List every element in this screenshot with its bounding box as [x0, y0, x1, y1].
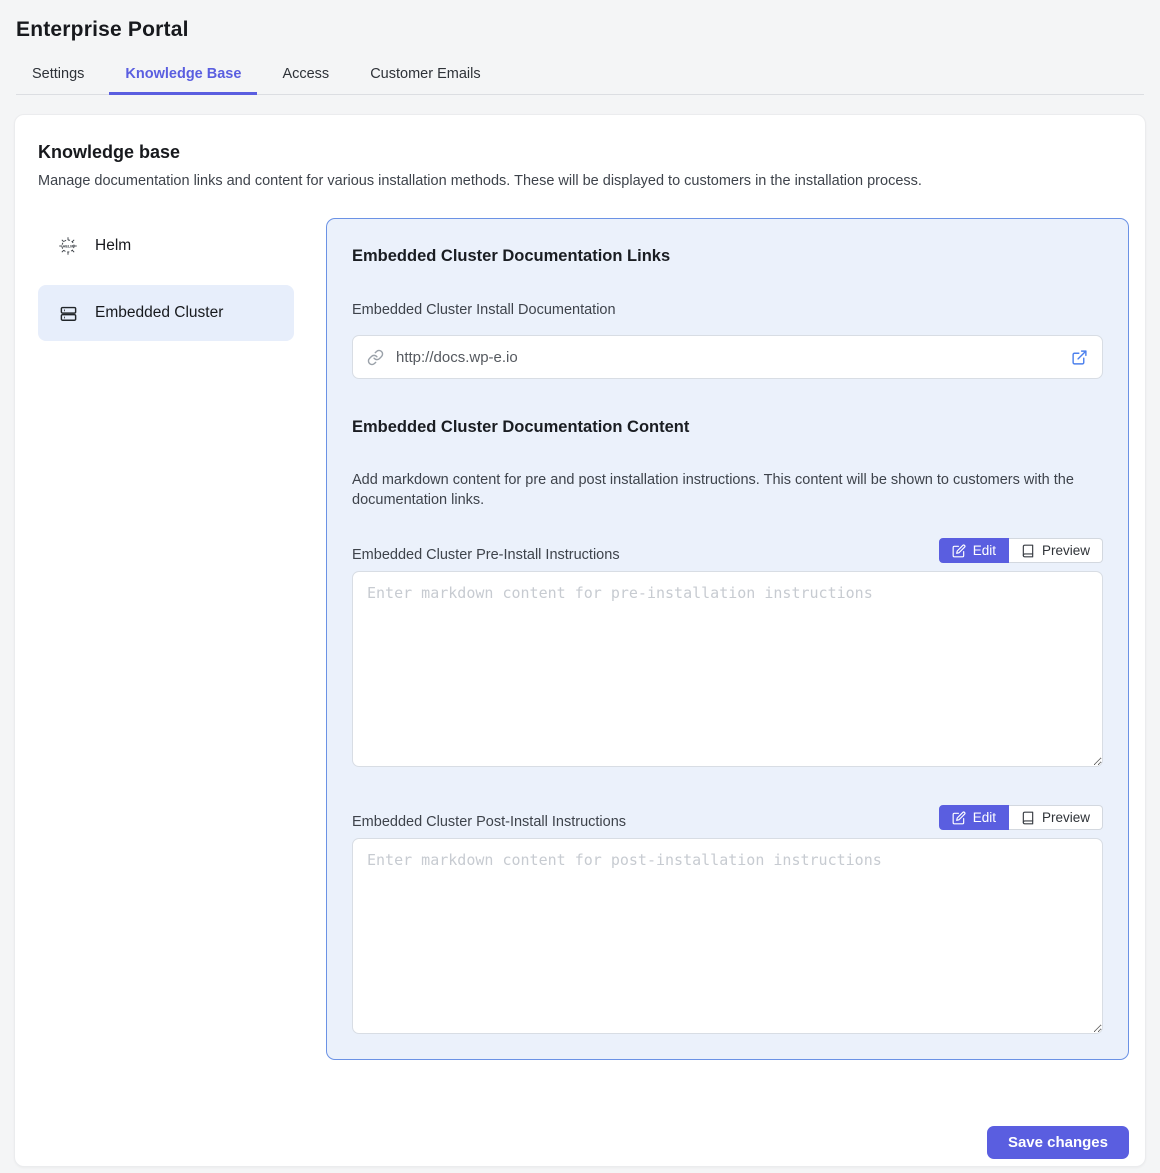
preview-button-label: Preview — [1042, 810, 1090, 825]
external-link-icon[interactable] — [1071, 349, 1088, 366]
pre-install-edit-button[interactable]: Edit — [939, 538, 1009, 563]
install-doc-label: Embedded Cluster Install Documentation — [352, 302, 1103, 318]
edit-button-label: Edit — [973, 810, 996, 825]
knowledge-base-card: Knowledge base Manage documentation link… — [14, 114, 1146, 1167]
pre-install-markdown-textarea[interactable] — [352, 571, 1103, 767]
card-description: Manage documentation links and content f… — [38, 173, 1129, 189]
sidebar-item-label: Embedded Cluster — [95, 304, 223, 322]
server-stack-icon — [58, 303, 78, 323]
pre-install-mode-toggle: Edit Preview — [939, 538, 1103, 563]
card-title: Knowledge base — [38, 142, 1129, 163]
pre-install-preview-button[interactable]: Preview — [1009, 538, 1103, 563]
book-icon — [1021, 811, 1035, 825]
tab-bar: Settings Knowledge Base Access Customer … — [16, 55, 1144, 95]
embedded-cluster-panel: Embedded Cluster Documentation Links Emb… — [326, 218, 1129, 1060]
links-section-heading: Embedded Cluster Documentation Links — [352, 247, 1103, 266]
sidebar-item-helm[interactable]: HELM Helm — [38, 218, 294, 274]
main-row: HELM Helm Embedded Cluster Embedde — [38, 218, 1129, 1060]
book-icon — [1021, 544, 1035, 558]
helm-logo-icon: HELM — [58, 236, 78, 256]
content-section-heading: Embedded Cluster Documentation Content — [352, 418, 1103, 437]
sidebar-item-label: Helm — [95, 237, 131, 255]
chain-link-icon — [367, 349, 384, 366]
svg-text:HELM: HELM — [63, 245, 74, 249]
sidebar-item-embedded-cluster[interactable]: Embedded Cluster — [38, 285, 294, 341]
post-install-label: Embedded Cluster Post-Install Instructio… — [352, 814, 626, 830]
post-install-edit-button[interactable]: Edit — [939, 805, 1009, 830]
page-title: Enterprise Portal — [16, 18, 1144, 42]
preview-button-label: Preview — [1042, 543, 1090, 558]
post-install-mode-toggle: Edit Preview — [939, 805, 1103, 830]
app-header: Enterprise Portal Settings Knowledge Bas… — [0, 0, 1160, 95]
pre-install-header-row: Embedded Cluster Pre-Install Instruction… — [352, 538, 1103, 563]
edit-pencil-icon — [952, 811, 966, 825]
edit-pencil-icon — [952, 544, 966, 558]
tab-settings[interactable]: Settings — [16, 55, 100, 95]
tab-knowledge-base[interactable]: Knowledge Base — [109, 55, 257, 95]
tab-customer-emails[interactable]: Customer Emails — [354, 55, 496, 95]
edit-button-label: Edit — [973, 543, 996, 558]
card-footer: Save changes — [38, 1126, 1129, 1159]
save-changes-button[interactable]: Save changes — [987, 1126, 1129, 1159]
install-method-nav: HELM Helm Embedded Cluster — [38, 218, 294, 352]
post-install-header-row: Embedded Cluster Post-Install Instructio… — [352, 805, 1103, 830]
content-section-description: Add markdown content for pre and post in… — [352, 470, 1103, 510]
pre-install-label: Embedded Cluster Pre-Install Instruction… — [352, 547, 620, 563]
install-doc-url-input[interactable] — [396, 336, 1059, 378]
post-install-preview-button[interactable]: Preview — [1009, 805, 1103, 830]
install-doc-field — [352, 335, 1103, 379]
post-install-markdown-textarea[interactable] — [352, 838, 1103, 1034]
tab-access[interactable]: Access — [266, 55, 345, 95]
